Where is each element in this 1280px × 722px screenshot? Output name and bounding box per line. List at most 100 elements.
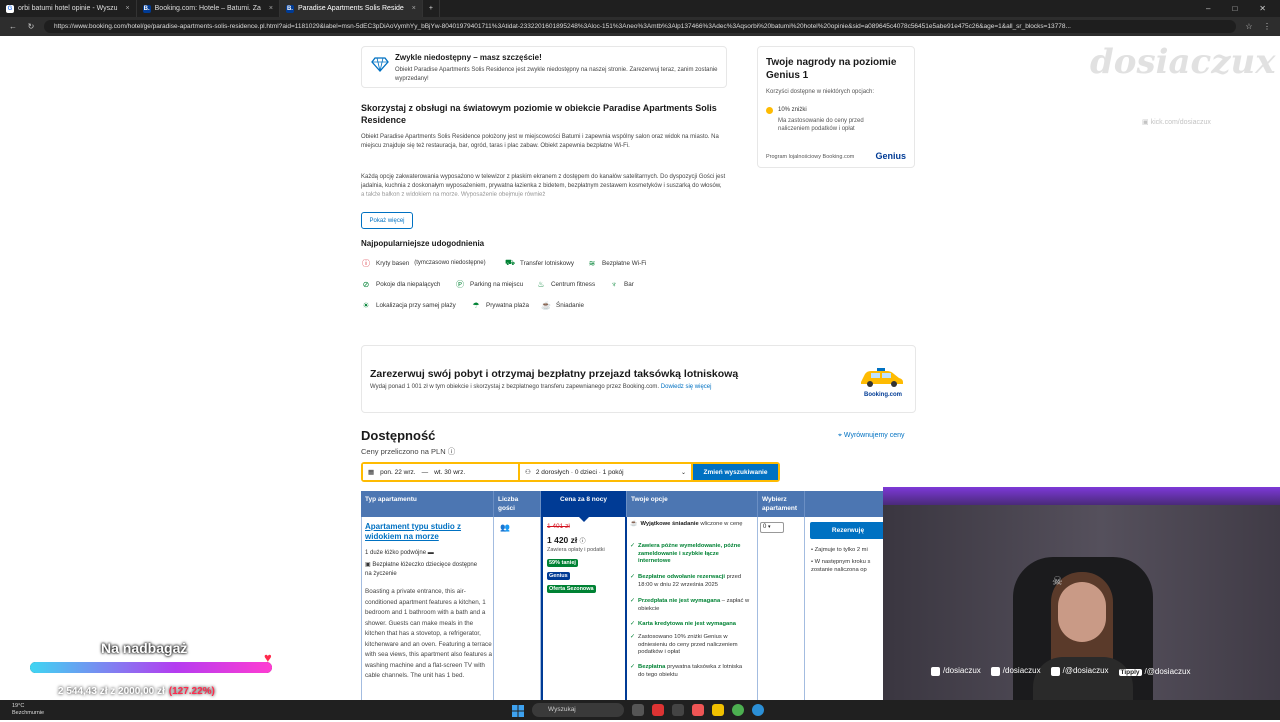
tiktok-icon bbox=[990, 666, 1000, 676]
task-view-icon[interactable] bbox=[632, 704, 644, 716]
genius-benefit: 10% zniżki bbox=[778, 107, 807, 113]
crib-icon: ▣ bbox=[365, 562, 371, 568]
info-icon[interactable]: ⓘ bbox=[580, 539, 586, 545]
change-search-button[interactable]: Zmień wyszukiwanie bbox=[693, 464, 778, 480]
windows-start-icon[interactable] bbox=[512, 704, 524, 717]
description-paragraph: Obiekt Paradise Apartments Solis Residen… bbox=[361, 134, 719, 149]
page-content: Zwykle niedostępny – masz szczęście! Obi… bbox=[0, 36, 1280, 700]
social-youtube: /@dosiaczux bbox=[1050, 666, 1109, 676]
reserve-note: • Zajmuje to tylko 2 mi bbox=[811, 547, 868, 553]
facility-item: ♆ Bar bbox=[611, 279, 634, 289]
app-icon[interactable] bbox=[652, 704, 664, 716]
close-window-icon[interactable]: ✕ bbox=[1259, 4, 1266, 13]
bookmark-icon[interactable]: ☆ bbox=[1244, 22, 1254, 31]
check-icon: ✓ bbox=[630, 664, 636, 670]
close-icon[interactable]: × bbox=[269, 5, 273, 12]
menu-icon[interactable]: ⋮ bbox=[1262, 22, 1272, 31]
facility-item: ☂ Prywatna plaża bbox=[472, 300, 530, 310]
google-icon: G bbox=[6, 4, 14, 13]
show-more-button[interactable]: Pokaż więcej bbox=[361, 212, 413, 229]
genius-title: Twoje nagrody na poziomie Genius 1 bbox=[766, 57, 897, 81]
taskbar: 19°C Bezchmurnie Wyszukaj bbox=[0, 700, 1280, 720]
genius-icon: ✓ bbox=[630, 634, 636, 640]
back-icon[interactable]: ← bbox=[8, 22, 18, 31]
reload-icon[interactable]: ↻ bbox=[26, 22, 36, 31]
youtube-icon bbox=[1050, 666, 1060, 676]
column-header: Wybierz apartament bbox=[758, 491, 805, 517]
genius-logo: Genius bbox=[875, 151, 906, 161]
learn-more-link[interactable]: Dowiedz się więcej bbox=[661, 384, 712, 390]
apartment-count-select[interactable]: 0 ▾ bbox=[760, 522, 784, 533]
description-title: Skorzystaj z obsługi na światowym poziom… bbox=[361, 103, 717, 125]
social-tiktok: /dosiaczux bbox=[990, 666, 1041, 676]
breakfast-icon: ☕ bbox=[630, 521, 638, 527]
column-header: Liczba gości bbox=[494, 491, 541, 517]
tab-google[interactable]: Gorbi batumi hotel opinie - Wyszu × bbox=[0, 0, 137, 17]
discount-badge: 59% taniej bbox=[547, 559, 578, 567]
room-name-link[interactable]: Apartament typu studio z widokiem na mor… bbox=[365, 522, 485, 542]
option-item: ✓ Bezpłatne odwołanie rezerwacji przed 18… bbox=[630, 574, 742, 588]
info-icon[interactable]: ⓘ bbox=[448, 447, 456, 456]
option-item: ✓ Zawiera późne wymeldowanie, późne zamel… bbox=[630, 543, 741, 564]
reserve-note: • W następnym kroku s zostanie naliczona… bbox=[811, 559, 871, 573]
minimize-icon[interactable]: – bbox=[1206, 4, 1210, 13]
room-table: Typ apartamentu Liczba gości Cena za 8 n… bbox=[361, 491, 886, 700]
taxi-car-icon bbox=[857, 368, 905, 388]
tab-paradise-apartments[interactable]: B. Paradise Apartments Solis Reside × bbox=[279, 0, 423, 17]
date-picker[interactable]: ▦ pon. 22 wrz. — wt. 30 wrz. bbox=[363, 464, 518, 480]
instagram-icon bbox=[931, 666, 940, 676]
taxi-title: Zarezerwuj swój pobyt i otrzymaj bezpłat… bbox=[370, 368, 739, 380]
breakfast-icon: ☕ bbox=[541, 300, 551, 310]
app-icon[interactable] bbox=[672, 704, 684, 716]
close-icon[interactable]: × bbox=[412, 5, 416, 12]
stream-watermark-logo: dosiaczux bbox=[1090, 42, 1276, 82]
check-icon: ✓ bbox=[630, 621, 636, 627]
column-header: Twoje opcje bbox=[627, 491, 758, 517]
notice-text: Obiekt Paradise Apartments Solis Residen… bbox=[395, 67, 718, 82]
goal-amount: 2 544,43 zł z 2000,00 zł (127.22%) bbox=[58, 686, 215, 697]
check-icon: ✓ bbox=[630, 543, 636, 549]
option-item: ✓ Zastosowano 10% zniżki Genius w odniesi… bbox=[630, 634, 738, 655]
column-header: Typ apartamentu bbox=[361, 491, 494, 517]
maximize-icon[interactable]: □ bbox=[1232, 4, 1237, 13]
address-bar: ← ↻ https://www.booking.com/hotel/ge/par… bbox=[0, 17, 1280, 36]
window-controls: – □ ✕ bbox=[1206, 4, 1280, 13]
old-price: 1 401 zł bbox=[547, 523, 570, 530]
chrome-icon[interactable] bbox=[732, 704, 744, 716]
wifi-icon: ≋ bbox=[588, 258, 596, 268]
genius-benefit-note: Ma zastosowanie do ceny przed naliczenie… bbox=[778, 118, 864, 132]
booking-logo: Booking.com bbox=[863, 392, 902, 398]
room-type-cell: Apartament typu studio z widokiem na mor… bbox=[361, 517, 494, 700]
app-icon[interactable] bbox=[692, 704, 704, 716]
streamer-face bbox=[1058, 582, 1106, 642]
bed-icon: ▬ bbox=[427, 550, 434, 556]
close-icon[interactable]: × bbox=[126, 5, 130, 12]
option-item: ✓ Przedpłata nie jest wymagana – zapłać w… bbox=[630, 598, 750, 612]
url-field[interactable]: https://www.booking.com/hotel/ge/paradis… bbox=[44, 20, 1236, 33]
facility-item: ☕ Śniadanie bbox=[541, 300, 585, 310]
price-match-link[interactable]: ⌖ Wyrównujemy ceny bbox=[838, 432, 905, 440]
column-header bbox=[805, 491, 886, 517]
no-smoking-icon: ⊘ bbox=[362, 279, 370, 289]
social-tipply: Tipply/@dosiaczux bbox=[1118, 666, 1191, 676]
tipply-icon: Tipply bbox=[1118, 668, 1142, 676]
availability-subtitle: Ceny przeliczono na PLN ⓘ bbox=[361, 447, 456, 456]
diamond-icon bbox=[371, 55, 389, 73]
new-tab-button[interactable]: + bbox=[423, 0, 440, 17]
edge-icon[interactable] bbox=[752, 704, 764, 716]
genius-subtitle: Korzyści dostępne w niektórych opcjach: bbox=[766, 89, 875, 95]
guests-picker[interactable]: ⚇ 2 dorosłych · 0 dzieci · 1 pokój ⌄ bbox=[520, 464, 691, 480]
two-persons-icon: 👥 bbox=[500, 523, 510, 532]
facility-item: ☀ Lokalizacja przy samej plaży bbox=[362, 300, 456, 310]
reserve-button[interactable]: Rezerwuję bbox=[810, 522, 886, 539]
browser-tab-bar: Gorbi batumi hotel opinie - Wyszu × B. Boo… bbox=[0, 0, 1280, 17]
tab-booking-hotels[interactable]: B. Booking.com: Hotele – Batumi. Za × bbox=[137, 0, 280, 17]
weather-widget[interactable]: 19°C Bezchmurnie bbox=[12, 703, 44, 717]
social-links: /dosiaczux /dosiaczux /@dosiaczux Tipply… bbox=[883, 665, 1280, 677]
genius-program: Program lojalnościowy Booking.com bbox=[766, 154, 855, 160]
reserve-cell: Rezerwuję • Zajmuje to tylko 2 mi • W na… bbox=[805, 517, 886, 700]
taskbar-search[interactable]: Wyszukaj bbox=[532, 703, 624, 717]
check-icon: ✓ bbox=[630, 574, 636, 580]
file-explorer-icon[interactable] bbox=[712, 704, 724, 716]
check-icon bbox=[766, 107, 773, 114]
